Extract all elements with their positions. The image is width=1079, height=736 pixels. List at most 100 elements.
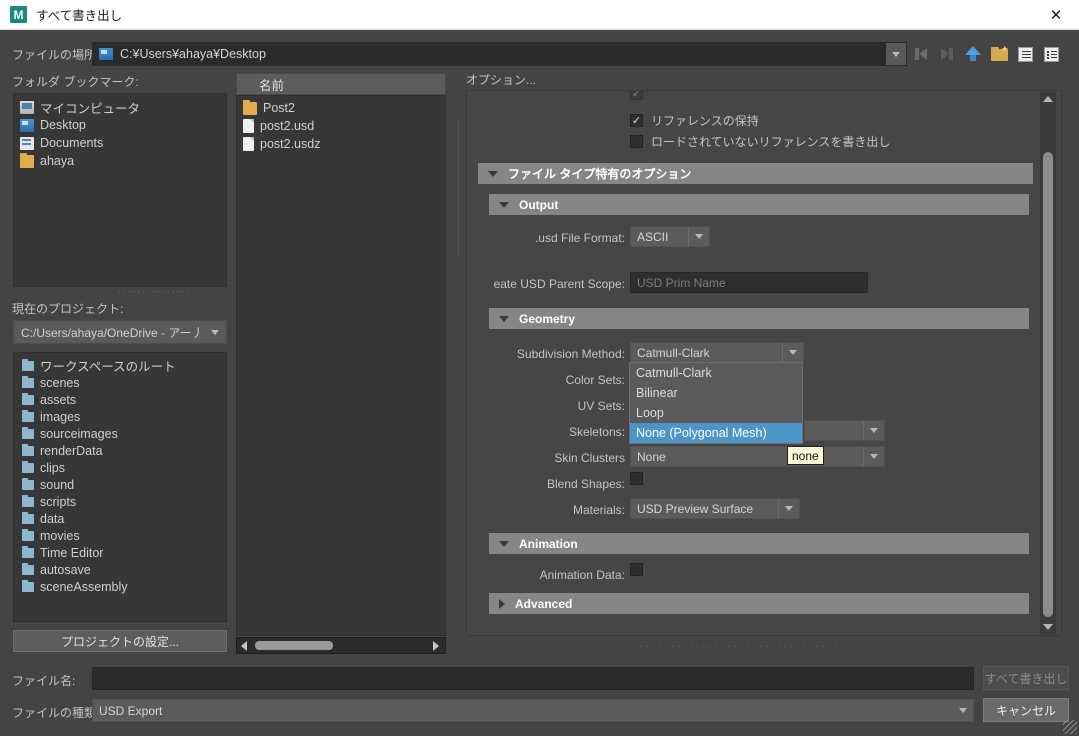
keep-references-row[interactable]: ✓ リファレンスの保持 (630, 112, 759, 129)
skin-clusters-combo[interactable]: None (630, 446, 885, 467)
list-item[interactable]: sound (14, 476, 226, 493)
list-item[interactable]: assets (14, 391, 226, 408)
filelist[interactable]: Post2 post2.usd post2.usdz (236, 95, 446, 636)
menu-item-selected[interactable]: None (Polygonal Mesh) (630, 423, 802, 443)
list-item-label: clips (40, 460, 66, 475)
list-item[interactable]: Desktop (14, 116, 226, 134)
chevron-down-icon[interactable] (204, 329, 226, 335)
skeletons-combo[interactable] (804, 420, 885, 441)
chevron-down-icon[interactable] (863, 421, 884, 440)
list-item[interactable]: マイコンピュータ (14, 98, 226, 116)
maya-logo-icon: M (10, 6, 27, 23)
list-item[interactable]: movies (14, 527, 226, 544)
new-folder-button[interactable]: ✦ (988, 43, 1010, 65)
list-item[interactable]: post2.usdz (237, 135, 445, 153)
list-item[interactable]: post2.usd (237, 117, 445, 135)
file-location-input[interactable]: C:¥Users¥ahaya¥Desktop (92, 42, 907, 66)
list-item-label: Desktop (40, 118, 86, 132)
chevron-down-icon[interactable] (782, 343, 803, 362)
chevron-down-icon[interactable] (863, 447, 884, 466)
filelist-horizontal-scrollbar[interactable] (236, 637, 446, 654)
chevron-down-icon[interactable] (953, 708, 973, 713)
menu-item[interactable]: Bilinear (630, 383, 802, 403)
materials-combo[interactable]: USD Preview Surface (630, 498, 800, 519)
options-vertical-scrollbar[interactable] (1040, 92, 1056, 634)
list-item[interactable]: Post2 (237, 99, 445, 117)
menu-item[interactable]: Loop (630, 403, 802, 423)
checkbox[interactable]: ✓ (630, 114, 643, 127)
filelist-column-header-name[interactable]: 名前 (236, 73, 446, 95)
chevron-down-icon[interactable] (688, 227, 709, 246)
bookmarks-list[interactable]: マイコンピュータ Desktop Documents ahaya (13, 93, 227, 287)
scroll-down-arrow-icon[interactable] (1040, 620, 1056, 634)
chevron-down-icon[interactable] (778, 499, 799, 518)
menu-item[interactable]: Catmull-Clark (630, 363, 802, 383)
chevron-down-icon (892, 51, 900, 57)
export-all-button[interactable]: すべて書き出し (983, 666, 1069, 690)
subdivision-method-combo[interactable]: Catmull-Clark (630, 342, 804, 363)
animation-data-checkbox[interactable] (630, 563, 643, 576)
file-location-dropdown-button[interactable] (886, 43, 906, 65)
forward-button[interactable] (936, 43, 958, 65)
list-item[interactable]: scenes (14, 374, 226, 391)
scrollbar-thumb[interactable] (255, 641, 333, 650)
panel-splitter[interactable]: · · · · · · · · · · · · · · · (118, 289, 218, 295)
usd-file-format-combo[interactable]: ASCII (630, 226, 710, 247)
scrollbar-thumb[interactable] (1043, 152, 1053, 617)
project-folder-list[interactable]: ワークスペースのルート scenes assets images sourcei… (13, 352, 227, 622)
checkbox[interactable] (630, 135, 643, 148)
tooltip: none (787, 446, 824, 465)
title-bar: M すべて書き出し ✕ (0, 0, 1079, 30)
list-item[interactable]: renderData (14, 442, 226, 459)
back-button[interactable] (910, 43, 932, 65)
list-view-button[interactable] (1014, 43, 1036, 65)
list-item[interactable]: Time Editor (14, 544, 226, 561)
subdivision-method-dropdown[interactable]: Catmull-Clark Bilinear Loop None (Polygo… (629, 362, 803, 444)
list-item[interactable]: images (14, 408, 226, 425)
current-project-combo[interactable]: C:/Users/ahaya/OneDrive - アー丿 (13, 320, 227, 344)
usd-file-format-value: ASCII (637, 229, 669, 244)
filename-input[interactable] (92, 667, 974, 690)
list-item-label: data (40, 511, 65, 526)
scroll-left-arrow-icon[interactable] (237, 640, 251, 651)
folder-icon (22, 392, 34, 405)
list-item-label: sound (40, 477, 75, 492)
bottom-splitter[interactable]: · · · · · · · · · · · · · · · · · · · · … (640, 645, 890, 649)
computer-icon (20, 100, 34, 114)
scroll-up-arrow-icon[interactable] (1040, 92, 1056, 106)
file-icon (243, 137, 254, 151)
resize-grip-icon[interactable] (1063, 720, 1077, 734)
section-advanced[interactable]: Advanced (489, 593, 1029, 614)
list-item[interactable]: clips (14, 459, 226, 476)
checkbox[interactable]: ✓ (630, 91, 643, 100)
export-unloaded-references-row[interactable]: ロードされていないリファレンスを書き出し (630, 133, 890, 150)
close-icon[interactable]: ✕ (1033, 0, 1079, 29)
filename-label: ファイル名: (12, 674, 76, 688)
blend-shapes-checkbox[interactable] (630, 472, 643, 485)
list-item[interactable]: ahaya (14, 152, 226, 170)
list-item[interactable]: autosave (14, 561, 226, 578)
filetype-combo[interactable]: USD Export (92, 699, 974, 722)
list-item[interactable]: ワークスペースのルート (14, 357, 226, 374)
scroll-right-arrow-icon[interactable] (429, 640, 443, 651)
list-item[interactable]: sceneAssembly (14, 578, 226, 595)
list-item[interactable]: scripts (14, 493, 226, 510)
detail-view-button[interactable] (1040, 43, 1062, 65)
folder-icon (22, 494, 34, 507)
parent-scope-input[interactable]: USD Prim Name (630, 272, 868, 293)
up-one-level-button[interactable] (962, 43, 984, 65)
list-item-label: Time Editor (40, 545, 104, 560)
list-item[interactable]: sourceimages (14, 425, 226, 442)
section-geometry[interactable]: Geometry (489, 308, 1029, 329)
section-output[interactable]: Output (489, 194, 1029, 215)
section-animation[interactable]: Animation (489, 533, 1029, 554)
keep-references-label: リファレンスの保持 (651, 114, 759, 128)
window-title: すべて書き出し (36, 9, 123, 23)
options-splitter[interactable]: ········································… (456, 120, 461, 620)
list-item[interactable]: Documents (14, 134, 226, 152)
list-item[interactable]: data (14, 510, 226, 527)
cancel-button[interactable]: キャンセル (983, 698, 1069, 722)
skeletons-label: Skeletons: (568, 425, 625, 439)
section-file-type-options[interactable]: ファイル タイプ特有のオプション (478, 163, 1033, 184)
project-settings-button[interactable]: プロジェクトの設定... (13, 630, 227, 652)
